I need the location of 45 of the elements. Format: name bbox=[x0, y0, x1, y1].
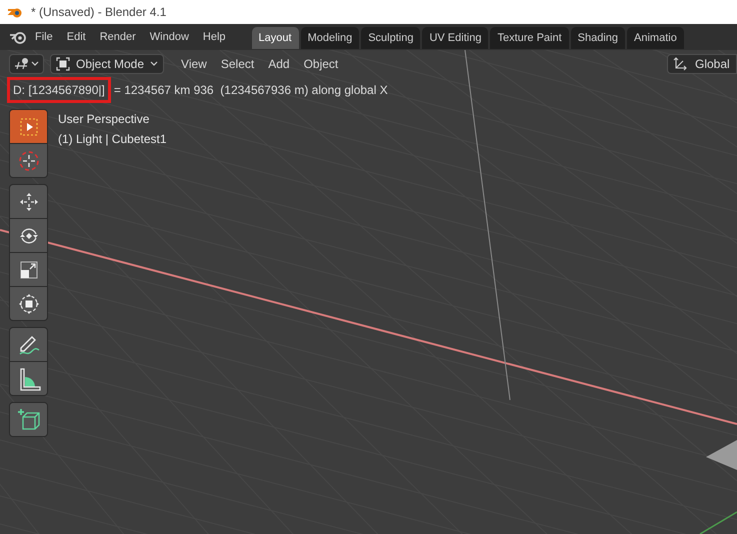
workspace-tab[interactable]: UV Editing bbox=[422, 27, 488, 49]
editor-type-button[interactable] bbox=[9, 54, 44, 74]
header-menu-item[interactable]: View bbox=[174, 55, 214, 73]
move-arrows-icon bbox=[18, 190, 40, 212]
transform-icon bbox=[18, 292, 40, 314]
plane-shape bbox=[706, 440, 737, 470]
tool-button[interactable] bbox=[10, 253, 47, 286]
operator-result-text: = 1234567 km 936 (1234567936 m) along global X bbox=[114, 82, 388, 99]
view3d-editor-icon bbox=[14, 57, 30, 71]
blender-logo-icon[interactable] bbox=[9, 29, 27, 45]
operator-input-field[interactable]: D: [1234567890|] bbox=[7, 77, 111, 103]
axes-icon bbox=[673, 57, 687, 71]
tool-button[interactable] bbox=[10, 219, 47, 252]
object-square-icon bbox=[56, 57, 70, 71]
menu-item[interactable]: File bbox=[29, 28, 59, 46]
window-title: * (Unsaved) - Blender 4.1 bbox=[31, 4, 166, 21]
header-menu-item[interactable]: Add bbox=[261, 55, 297, 73]
caret-icon bbox=[31, 61, 39, 67]
tool-button[interactable] bbox=[10, 403, 47, 436]
tool-button[interactable] bbox=[10, 287, 47, 320]
menu-item[interactable]: Help bbox=[196, 28, 232, 46]
workspace-tab[interactable]: Animatio bbox=[627, 27, 684, 49]
object-info-text: (1) Light | Cubetest1 bbox=[58, 131, 167, 148]
crosshair-cursor-icon bbox=[18, 150, 40, 172]
workspace-tab[interactable]: Shading bbox=[570, 27, 626, 49]
menu-item[interactable]: Window bbox=[144, 28, 195, 46]
header-menu-item[interactable]: Object bbox=[296, 55, 346, 73]
caret-icon bbox=[150, 61, 158, 67]
workspace-tab[interactable]: Layout bbox=[252, 27, 299, 49]
workspace-tab[interactable]: Modeling bbox=[300, 27, 360, 49]
orientation-dropdown[interactable]: Global bbox=[667, 54, 737, 74]
header-menu-item[interactable]: Select bbox=[214, 55, 262, 73]
workspace-tab[interactable]: Texture Paint bbox=[490, 27, 569, 49]
scale-icon bbox=[18, 260, 38, 280]
tool-button[interactable] bbox=[10, 328, 47, 361]
y-axis-line bbox=[700, 511, 737, 534]
menu-item[interactable]: Edit bbox=[60, 28, 92, 46]
workspace-tab[interactable]: Sculpting bbox=[361, 27, 420, 49]
tool-button[interactable] bbox=[10, 362, 47, 395]
menu-item[interactable]: Render bbox=[94, 28, 142, 46]
mode-dropdown[interactable]: Object Mode bbox=[50, 54, 164, 74]
view-name-text: User Perspective bbox=[58, 111, 150, 128]
select-box-icon bbox=[18, 116, 38, 136]
add-cube-icon bbox=[16, 406, 42, 432]
tool-button[interactable] bbox=[10, 185, 47, 218]
